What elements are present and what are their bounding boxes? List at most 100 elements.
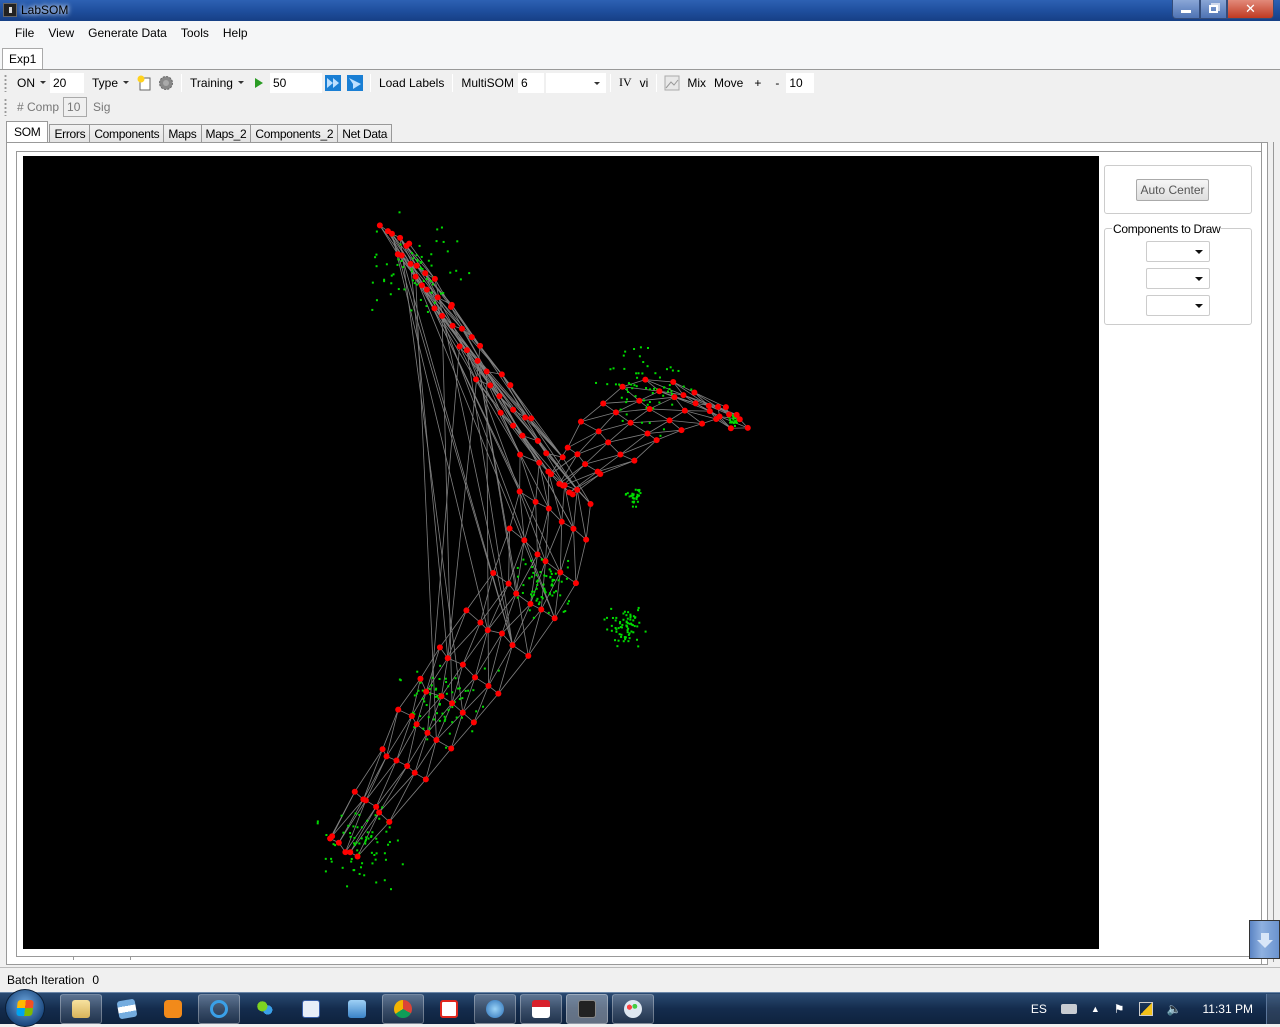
tab-net-data[interactable]: Net Data: [337, 124, 392, 143]
taskbar-labsom[interactable]: [566, 994, 608, 1024]
taskbar-notes[interactable]: [520, 994, 562, 1024]
data-point: [416, 284, 418, 286]
tab-components-2[interactable]: Components_2: [250, 124, 338, 143]
mix-button[interactable]: Mix: [683, 76, 710, 90]
status-bar: Batch Iteration 0: [0, 967, 1280, 991]
clock[interactable]: 11:31 PM: [1203, 1002, 1253, 1016]
neuron: [448, 304, 454, 310]
scroll-down-button[interactable]: [1249, 920, 1280, 959]
volume-icon[interactable]: 🔈: [1167, 1002, 1182, 1016]
data-point: [420, 682, 422, 684]
data-point: [538, 603, 540, 605]
taskbar-media-player[interactable]: [152, 994, 194, 1024]
data-point: [350, 861, 352, 863]
data-point: [417, 690, 419, 692]
tab-errors[interactable]: Errors: [49, 124, 90, 143]
data-point: [445, 678, 447, 680]
neuron: [636, 398, 642, 404]
multisom-input[interactable]: [518, 73, 544, 93]
menu-help[interactable]: Help: [216, 24, 255, 42]
component-select-2[interactable]: [1146, 268, 1210, 289]
taskbar-internet-explorer[interactable]: [198, 994, 240, 1024]
data-point: [536, 600, 538, 602]
taskbar-flag-app[interactable]: [106, 994, 148, 1024]
data-point: [393, 273, 395, 275]
iterations-input[interactable]: [270, 73, 322, 93]
data-point: [446, 693, 448, 695]
move-button[interactable]: Move: [710, 76, 747, 90]
secondary-toolbar: # Comp Sig: [0, 95, 1280, 119]
close-button[interactable]: ✕: [1227, 0, 1274, 19]
vi-button[interactable]: vi: [636, 76, 653, 90]
data-point: [555, 573, 557, 575]
keyboard-icon[interactable]: [1061, 1004, 1077, 1014]
action-center-flag-icon[interactable]: ⚑: [1114, 1002, 1125, 1016]
neuron-edge: [502, 604, 530, 634]
multisom-select[interactable]: [546, 73, 606, 93]
load-labels-button[interactable]: Load Labels: [375, 76, 448, 90]
gear-icon[interactable]: [157, 74, 175, 92]
document-tab-exp1[interactable]: Exp1: [2, 48, 43, 69]
taskbar-itunes[interactable]: [474, 994, 516, 1024]
neuron: [435, 294, 441, 300]
image-icon[interactable]: [663, 74, 681, 92]
tab-maps-2[interactable]: Maps_2: [201, 124, 252, 143]
taskbar-paint[interactable]: [612, 994, 654, 1024]
auto-center-button[interactable]: Auto Center: [1136, 179, 1209, 201]
on-value-input[interactable]: [50, 73, 84, 93]
fast-forward-icon[interactable]: [324, 74, 342, 92]
neuron-edge: [650, 397, 675, 409]
comp-input[interactable]: [63, 97, 87, 117]
horizontal-scroll-thumb[interactable]: [73, 956, 131, 960]
training-dropdown[interactable]: Training: [186, 76, 248, 90]
taskbar-word[interactable]: [290, 994, 332, 1024]
taskbar-chrome[interactable]: [382, 994, 424, 1024]
menu-generate-data[interactable]: Generate Data: [81, 24, 174, 42]
minus-button[interactable]: -: [768, 76, 786, 90]
data-point: [683, 386, 685, 388]
language-indicator[interactable]: ES: [1031, 1002, 1047, 1016]
data-point: [563, 611, 565, 613]
som-network-plot[interactable]: [23, 156, 1099, 949]
data-point: [624, 636, 626, 638]
data-point: [544, 589, 546, 591]
neuron-edge: [415, 740, 437, 773]
type-dropdown[interactable]: Type: [88, 76, 133, 90]
taskbar-remote-desktop[interactable]: [336, 994, 378, 1024]
neuron: [422, 270, 428, 276]
tab-components[interactable]: Components: [89, 124, 164, 143]
play-icon[interactable]: [250, 74, 268, 92]
data-point: [411, 270, 413, 272]
show-desktop-button[interactable]: [1266, 994, 1280, 1024]
data-point: [472, 689, 474, 691]
taskbar-acrobat[interactable]: [428, 994, 470, 1024]
taskbar-file-explorer[interactable]: [60, 994, 102, 1024]
step-value-input[interactable]: [786, 73, 814, 93]
step-icon[interactable]: [346, 74, 364, 92]
data-point: [624, 351, 626, 353]
component-select-3[interactable]: [1146, 295, 1210, 316]
tab-maps[interactable]: Maps: [163, 124, 201, 143]
tab-som[interactable]: SOM: [6, 121, 48, 143]
restore-button[interactable]: [1200, 0, 1227, 19]
new-document-icon[interactable]: [135, 74, 153, 92]
toolbar-grip[interactable]: [4, 98, 7, 116]
som-visualization[interactable]: [23, 156, 1099, 949]
toolbar-grip[interactable]: [4, 74, 7, 92]
plus-button[interactable]: +: [747, 76, 768, 90]
neuron: [613, 409, 619, 415]
data-point: [618, 384, 620, 386]
taskbar-messenger[interactable]: [244, 994, 286, 1024]
menu-tools[interactable]: Tools: [174, 24, 216, 42]
start-button[interactable]: [5, 989, 45, 1027]
menu-file[interactable]: File: [8, 24, 41, 42]
component-select-1[interactable]: [1146, 241, 1210, 262]
menu-view[interactable]: View: [41, 24, 81, 42]
neuron: [459, 326, 465, 332]
data-point: [620, 409, 622, 411]
iv-button[interactable]: IV: [615, 75, 636, 90]
on-dropdown[interactable]: ON: [13, 76, 50, 90]
minimize-button[interactable]: [1172, 0, 1200, 19]
show-hidden-icons-icon[interactable]: ▲: [1091, 1004, 1100, 1014]
network-warning-icon[interactable]: [1139, 1002, 1153, 1016]
